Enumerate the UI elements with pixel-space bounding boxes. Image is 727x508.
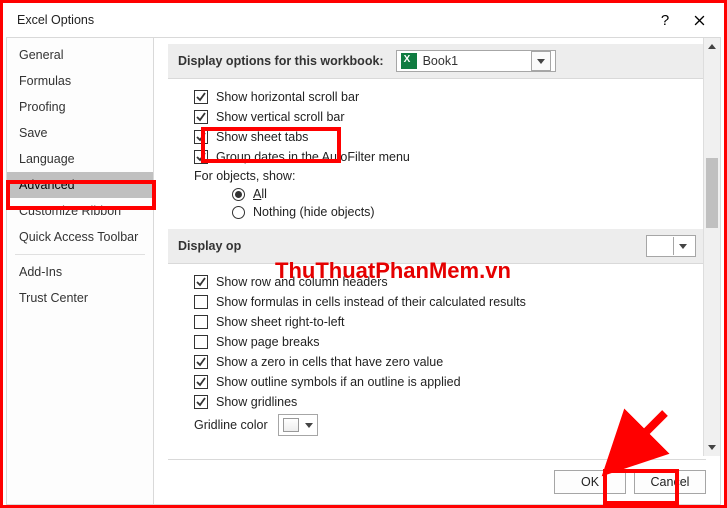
opt-outline-symbols[interactable]: Show outline symbols if an outline is ap… <box>172 372 702 392</box>
opt-gridline-color: Gridline color <box>172 412 702 438</box>
section-display-workbook: Display options for this workbook: Book1 <box>168 44 706 79</box>
close-button[interactable] <box>682 5 716 35</box>
checkbox-icon <box>194 335 208 349</box>
checkbox-icon <box>194 130 208 144</box>
dialog-frame: Excel Options ? General Formulas Proofin… <box>0 0 727 508</box>
gridline-color-picker[interactable] <box>278 414 318 436</box>
cancel-button[interactable]: Cancel <box>634 470 706 494</box>
excel-icon <box>401 53 417 69</box>
sidebar-item-general[interactable]: General <box>7 42 153 68</box>
options-panel: Display options for this workbook: Book1… <box>154 37 721 505</box>
checkbox-icon <box>194 150 208 164</box>
section-label: Display options for this workbook: <box>178 54 384 68</box>
category-sidebar: General Formulas Proofing Save Language … <box>6 37 154 505</box>
sidebar-item-proofing[interactable]: Proofing <box>7 94 153 120</box>
opt-show-formulas[interactable]: Show formulas in cells instead of their … <box>172 292 702 312</box>
radio-nothing[interactable]: Nothing (hide objects) <box>172 203 702 221</box>
checkbox-icon <box>194 375 208 389</box>
opt-show-h-scroll[interactable]: Show horizontal scroll bar <box>172 87 702 107</box>
section-label: Display op <box>178 239 241 253</box>
workbook-name: Book1 <box>423 54 458 68</box>
checkbox-icon <box>194 355 208 369</box>
button-row: OK Cancel <box>168 459 706 494</box>
help-button[interactable]: ? <box>648 5 682 35</box>
chevron-down-icon <box>305 423 313 428</box>
dialog-body: General Formulas Proofing Save Language … <box>6 37 721 505</box>
checkbox-icon <box>194 295 208 309</box>
chevron-down-icon <box>531 51 551 71</box>
for-objects-label: For objects, show: <box>172 169 702 183</box>
window-title: Excel Options <box>17 13 94 27</box>
ok-button[interactable]: OK <box>554 470 626 494</box>
radio-all[interactable]: All <box>172 185 702 203</box>
scroll-thumb[interactable] <box>706 158 718 228</box>
opt-page-breaks[interactable]: Show page breaks <box>172 332 702 352</box>
scroll-up-icon <box>704 38 720 55</box>
checkbox-icon <box>194 395 208 409</box>
opt-gridlines[interactable]: Show gridlines <box>172 392 702 412</box>
checkbox-icon <box>194 315 208 329</box>
color-swatch-icon <box>283 418 299 432</box>
sidebar-item-advanced[interactable]: Advanced <box>7 172 153 198</box>
title-bar: Excel Options ? <box>3 3 724 37</box>
scroll-down-icon <box>704 439 720 456</box>
chevron-down-icon <box>673 237 691 255</box>
radio-icon <box>232 206 245 219</box>
sidebar-item-formulas[interactable]: Formulas <box>7 68 153 94</box>
opt-right-to-left[interactable]: Show sheet right-to-left <box>172 312 702 332</box>
sidebar-item-addins[interactable]: Add-Ins <box>7 259 153 285</box>
opt-group-dates[interactable]: Group dates in the AutoFilter menu <box>172 147 702 167</box>
opt-zero-value[interactable]: Show a zero in cells that have zero valu… <box>172 352 702 372</box>
sidebar-item-customize-ribbon[interactable]: Customize Ribbon <box>7 198 153 224</box>
section-display-worksheet: Display op <box>168 229 706 264</box>
opt-row-col-headers[interactable]: Show row and column headers <box>172 272 702 292</box>
opt-show-v-scroll[interactable]: Show vertical scroll bar <box>172 107 702 127</box>
checkbox-icon <box>194 275 208 289</box>
sidebar-item-save[interactable]: Save <box>7 120 153 146</box>
checkbox-icon <box>194 90 208 104</box>
checkbox-icon <box>194 110 208 124</box>
sidebar-item-trust-center[interactable]: Trust Center <box>7 285 153 311</box>
opt-show-sheet-tabs[interactable]: Show sheet tabs <box>172 127 702 147</box>
worksheet-selector[interactable] <box>646 235 696 257</box>
sidebar-item-quick-access[interactable]: Quick Access Toolbar <box>7 224 153 250</box>
vertical-scrollbar[interactable] <box>703 38 720 456</box>
workbook-selector[interactable]: Book1 <box>396 50 556 72</box>
radio-icon <box>232 188 245 201</box>
sidebar-item-language[interactable]: Language <box>7 146 153 172</box>
